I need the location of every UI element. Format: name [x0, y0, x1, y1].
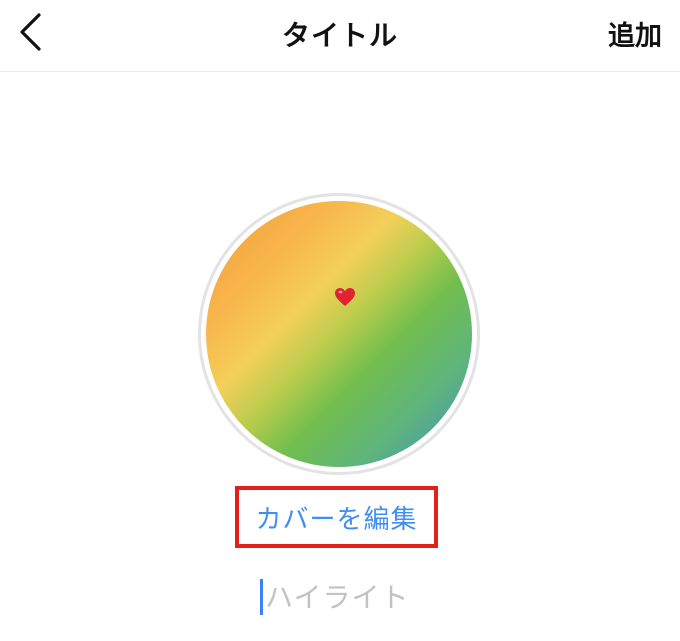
edit-cover-highlight-box: カバーを編集 — [235, 486, 438, 548]
top-nav-bar: タイトル 追加 — [0, 0, 680, 72]
heart-icon — [335, 288, 355, 306]
highlight-name-field[interactable] — [240, 572, 440, 622]
cover-gradient — [206, 201, 472, 467]
edit-cover-link[interactable]: カバーを編集 — [255, 499, 417, 536]
highlight-cover-image[interactable] — [198, 193, 480, 475]
add-button[interactable]: 追加 — [608, 14, 662, 53]
page-title: タイトル — [281, 19, 398, 52]
highlight-name-input[interactable] — [263, 580, 435, 614]
